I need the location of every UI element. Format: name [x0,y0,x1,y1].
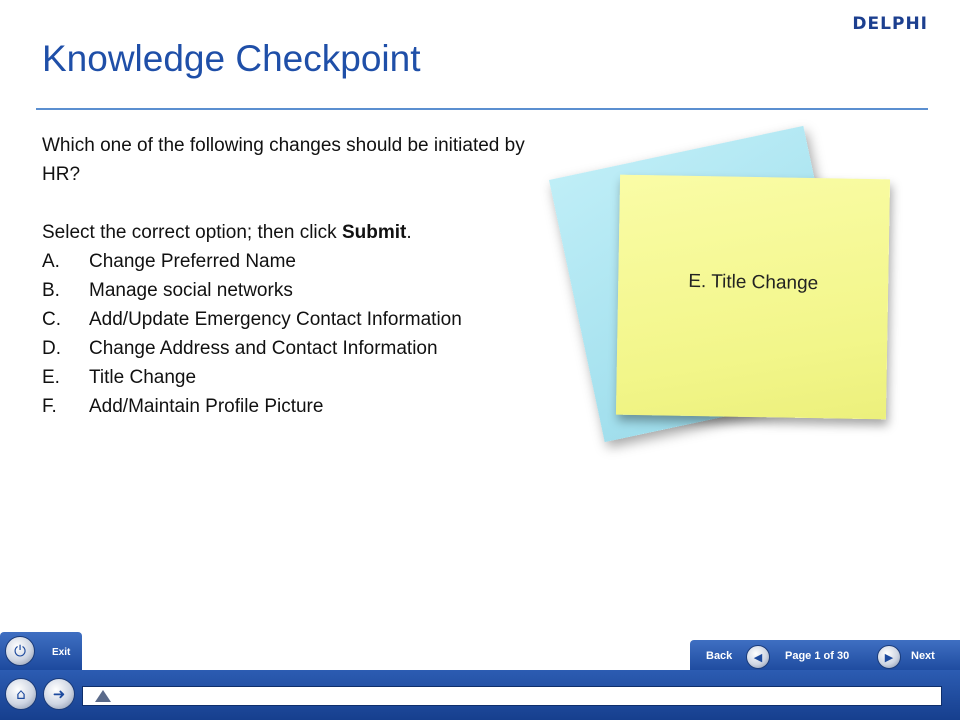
back-label[interactable]: Back [706,650,732,662]
option-text: Title Change [89,367,197,388]
progress-bar[interactable] [82,686,942,706]
back-button[interactable]: ◀ [746,645,770,669]
option-text: Manage social networks [89,280,293,301]
next-arrow-icon: ▶ [884,650,894,664]
forward-arrow-icon: ➜ [52,685,66,703]
option-text: Change Preferred Name [89,251,296,272]
option-letter: A. [42,251,60,272]
question-text: Which one of the following changes shoul… [42,135,525,185]
sticky-note-answer[interactable]: E. Title Change [615,174,891,420]
sticky-note-text: E. Title Change [688,270,819,295]
page-indicator: Page 1 of 30 [785,650,850,662]
instruction-text: Select the correct option; then click Su… [42,218,537,247]
option-text: Change Address and Contact Information [89,338,438,359]
next-label[interactable]: Next [911,650,935,662]
option-text: Add/Maintain Profile Picture [89,396,324,417]
option-list: A. Change Preferred Name B. Manage social … [42,247,537,421]
next-button[interactable]: ▶ [877,645,901,669]
option-letter: C. [42,309,61,330]
exit-label[interactable]: Exit [52,647,70,658]
instruction-submit-word: Submit [341,222,407,243]
home-icon: ⌂ [16,685,26,703]
option-letter: E. [42,367,60,388]
title-divider [36,108,928,110]
option-text: Add/Update Emergency Contact Information [89,309,462,330]
option-a[interactable]: A. Change Preferred Name [42,247,537,276]
option-letter: F. [42,396,57,417]
option-c[interactable]: C. Add/Update Emergency Contact Informati… [42,305,537,334]
option-d[interactable]: D. Change Address and Contact Information [42,334,537,363]
option-letter: D. [42,338,61,359]
page-title: Knowledge Checkpoint [42,38,421,79]
option-b[interactable]: B. Manage social networks [42,276,537,305]
power-icon: ⏻ [14,642,26,660]
option-e[interactable]: E. Title Change [42,363,537,392]
progress-marker[interactable] [95,690,111,702]
exit-button[interactable]: ⏻ [5,636,35,666]
instruction-prefix: Select the correct option; then click [42,222,342,243]
option-letter: B. [42,280,60,301]
forward-button[interactable]: ➜ [43,678,75,710]
instruction-suffix: . [406,222,412,243]
option-f[interactable]: F. Add/Maintain Profile Picture [42,392,537,421]
delphi-logo: DELPHI [852,14,928,34]
back-arrow-icon: ◀ [753,650,763,664]
home-button[interactable]: ⌂ [5,678,37,710]
question-panel: Which one of the following changes shoul… [42,131,537,421]
